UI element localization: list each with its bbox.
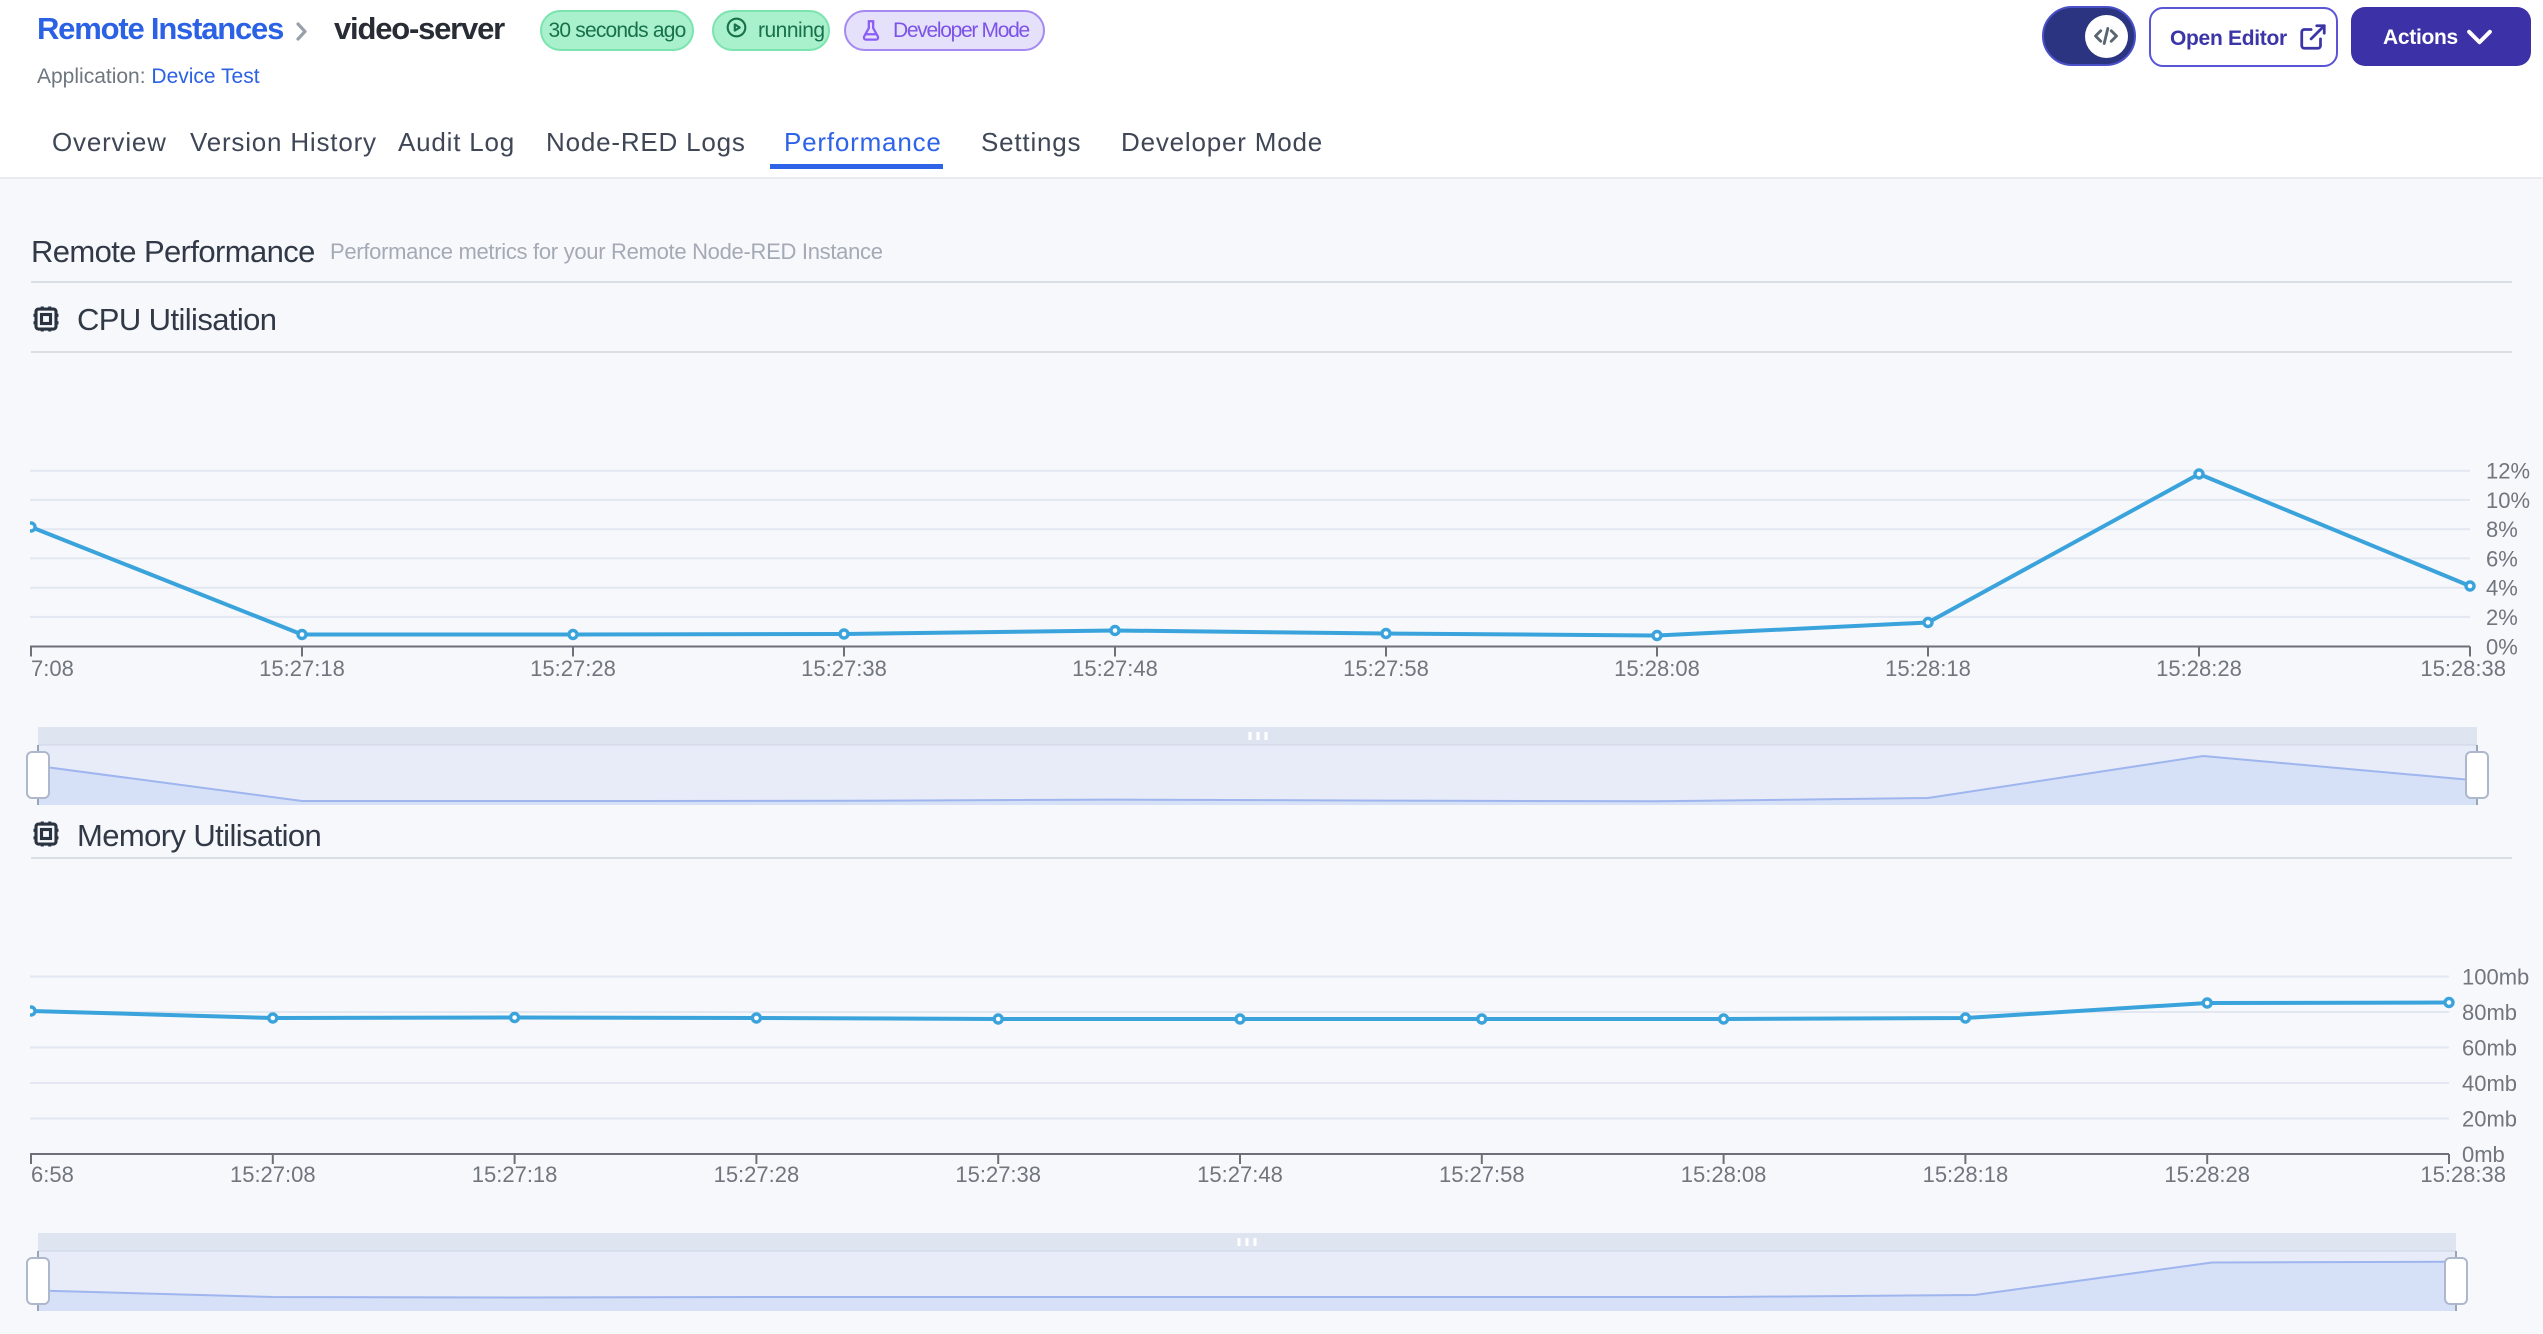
svg-text:80mb: 80mb xyxy=(2462,1000,2517,1025)
svg-text:15:27:18: 15:27:18 xyxy=(259,656,345,681)
svg-text:15:27:08: 15:27:08 xyxy=(230,1162,316,1187)
svg-text:15:27:58: 15:27:58 xyxy=(1439,1162,1525,1187)
svg-text:7:08: 7:08 xyxy=(31,656,74,681)
svg-text:15:27:28: 15:27:28 xyxy=(530,656,616,681)
svg-text:100mb: 100mb xyxy=(2462,965,2529,990)
svg-text:15:27:28: 15:27:28 xyxy=(714,1162,800,1187)
svg-text:15:28:08: 15:28:08 xyxy=(1614,656,1700,681)
svg-text:6:58: 6:58 xyxy=(31,1162,74,1187)
svg-text:15:28:28: 15:28:28 xyxy=(2164,1162,2250,1187)
svg-text:0mb: 0mb xyxy=(2462,1142,2505,1167)
svg-text:15:28:08: 15:28:08 xyxy=(1681,1162,1767,1187)
svg-text:40mb: 40mb xyxy=(2462,1071,2517,1096)
svg-text:60mb: 60mb xyxy=(2462,1036,2517,1061)
svg-text:15:27:58: 15:27:58 xyxy=(1343,656,1429,681)
svg-text:15:27:38: 15:27:38 xyxy=(955,1162,1041,1187)
svg-text:6%: 6% xyxy=(2486,546,2518,571)
svg-text:20mb: 20mb xyxy=(2462,1107,2517,1132)
svg-text:10%: 10% xyxy=(2486,488,2530,513)
svg-text:12%: 12% xyxy=(2486,459,2530,484)
svg-text:15:28:18: 15:28:18 xyxy=(1885,656,1971,681)
svg-text:15:28:18: 15:28:18 xyxy=(1923,1162,2009,1187)
svg-text:15:27:48: 15:27:48 xyxy=(1197,1162,1283,1187)
svg-text:8%: 8% xyxy=(2486,517,2518,542)
svg-text:4%: 4% xyxy=(2486,576,2518,601)
svg-text:15:28:38: 15:28:38 xyxy=(2420,656,2506,681)
svg-text:2%: 2% xyxy=(2486,605,2518,630)
svg-text:0%: 0% xyxy=(2486,635,2518,660)
svg-text:15:27:38: 15:27:38 xyxy=(801,656,887,681)
svg-text:15:28:28: 15:28:28 xyxy=(2156,656,2242,681)
svg-text:15:27:48: 15:27:48 xyxy=(1072,656,1158,681)
svg-text:15:27:18: 15:27:18 xyxy=(472,1162,558,1187)
